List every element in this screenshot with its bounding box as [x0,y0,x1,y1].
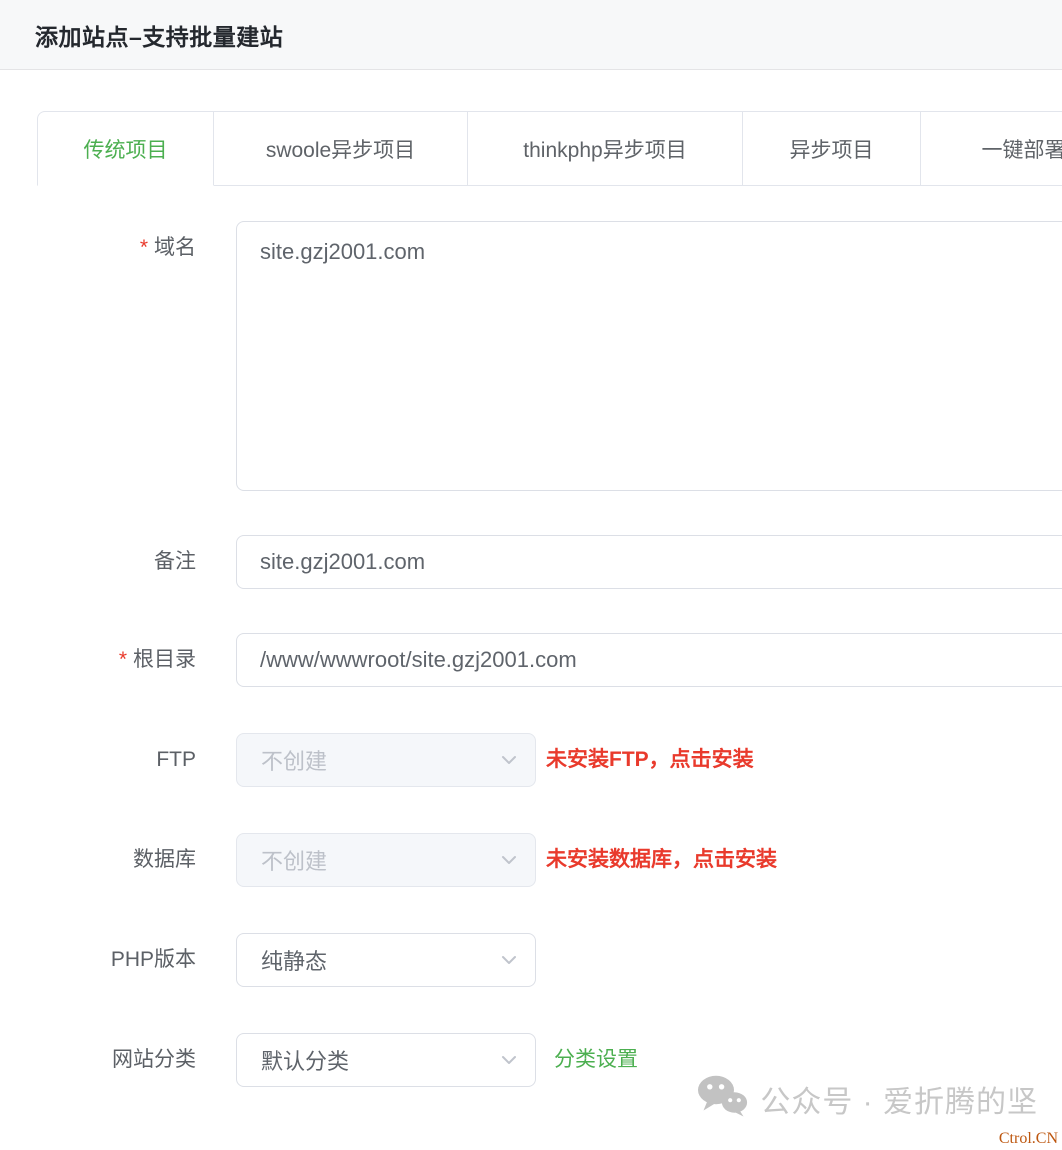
tab-traditional-project[interactable]: 传统项目 [37,111,214,186]
required-asterisk: * [119,648,127,671]
add-site-form: *域名 site.gzj2001.com 备注 *根目录 FTP [37,221,1062,1087]
tab-one-click-deploy[interactable]: 一键部署 [921,111,1062,186]
required-asterisk: * [140,236,148,259]
ftp-row: FTP 不创建 未安装FTP，点击安装 [37,733,1062,787]
site-category-label: 网站分类 [37,1033,196,1087]
root-dir-input[interactable] [236,633,1062,687]
tab-bar: 传统项目 swoole异步项目 thinkphp异步项目 异步项目 一键部署 [37,111,1062,186]
chevron-down-icon [499,750,519,770]
chevron-down-icon [499,850,519,870]
site-category-row: 网站分类 默认分类 分类设置 [37,1033,1062,1087]
domain-label: *域名 [37,221,196,275]
database-select: 不创建 [236,833,536,887]
tab-thinkphp-async-project[interactable]: thinkphp异步项目 [468,111,743,186]
note-row: 备注 [37,535,1062,589]
php-version-select[interactable]: 纯静态 [236,933,536,987]
database-row: 数据库 不创建 未安装数据库，点击安装 [37,833,1062,887]
domain-textarea[interactable]: site.gzj2001.com [236,221,1062,491]
php-version-select-value: 纯静态 [261,944,327,976]
chevron-down-icon [499,1050,519,1070]
dialog-title: 添加站点–支持批量建站 [35,18,283,52]
php-version-label: PHP版本 [37,933,196,987]
corner-badge: Ctrol.CN [999,1130,1058,1148]
database-install-link[interactable]: 未安装数据库，点击安装 [546,833,777,887]
note-input[interactable] [236,535,1062,589]
ftp-select-value: 不创建 [261,744,327,776]
database-select-value: 不创建 [261,844,327,876]
domain-row: *域名 site.gzj2001.com [37,221,1062,491]
ftp-select: 不创建 [236,733,536,787]
root-dir-row: *根目录 [37,633,1062,687]
php-version-row: PHP版本 纯静态 [37,933,1062,987]
dialog-body: 传统项目 swoole异步项目 thinkphp异步项目 异步项目 一键部署 *… [0,70,1062,1087]
note-label: 备注 [37,535,196,589]
dialog-header: 添加站点–支持批量建站 [0,0,1062,70]
tab-swoole-async-project[interactable]: swoole异步项目 [214,111,468,186]
root-dir-label: *根目录 [37,633,196,687]
tab-async-project[interactable]: 异步项目 [743,111,921,186]
ftp-label: FTP [37,733,196,787]
category-settings-link[interactable]: 分类设置 [554,1033,638,1087]
site-category-select-value: 默认分类 [261,1044,349,1076]
database-label: 数据库 [37,833,196,887]
chevron-down-icon [499,950,519,970]
site-category-select[interactable]: 默认分类 [236,1033,536,1087]
ftp-install-link[interactable]: 未安装FTP，点击安装 [546,733,754,787]
